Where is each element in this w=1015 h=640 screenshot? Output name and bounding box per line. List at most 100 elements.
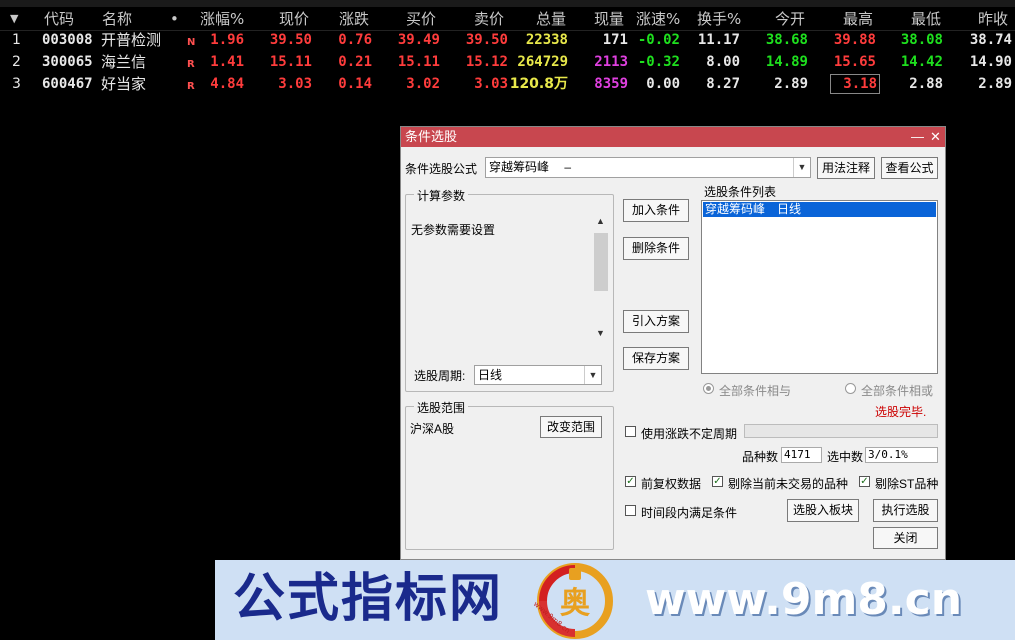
ask: 3.03 — [474, 76, 508, 92]
change-scope-button[interactable]: 改变范围 — [540, 416, 602, 438]
usage-notes-button[interactable]: 用法注释 — [817, 157, 875, 179]
period-select[interactable]: 日线 ▼ — [474, 365, 602, 385]
volume: 264729 — [517, 54, 568, 70]
turnover: 8.27 — [706, 76, 740, 92]
execute-select-button[interactable]: 执行选股 — [873, 499, 938, 522]
condition-list[interactable]: 穿越筹码峰 日线 — [701, 200, 938, 374]
flag-badge: R — [187, 59, 195, 70]
stock-code: 600467 — [42, 76, 93, 92]
stock-name: 海兰信 — [101, 53, 147, 71]
total-count-value: 4171 — [781, 447, 822, 463]
header-ask[interactable]: 卖价 — [474, 8, 504, 30]
header-name[interactable]: 名称 — [102, 8, 132, 30]
speed: -0.32 — [637, 54, 680, 70]
current-volume: 2113 — [594, 54, 628, 70]
save-plan-button[interactable]: 保存方案 — [623, 347, 689, 370]
header-price[interactable]: 现价 — [279, 8, 309, 30]
header-speed[interactable]: 涨速% — [636, 8, 680, 30]
header-volume[interactable]: 总量 — [536, 8, 566, 30]
prev-close: 2.89 — [978, 76, 1012, 92]
header-cur-vol[interactable]: 现量 — [594, 8, 624, 30]
row-index: 2 — [12, 54, 21, 70]
scrollbar-thumb[interactable] — [594, 233, 608, 291]
header-dot: • — [170, 10, 179, 28]
all-or-label: 全部条件相或 — [861, 384, 934, 398]
params-group-title: 计算参数 — [414, 187, 469, 204]
change-pct: 1.41 — [210, 54, 244, 70]
exclude-untraded-checkbox[interactable]: ✓ — [712, 476, 723, 487]
low: 14.42 — [900, 54, 943, 70]
view-formula-button[interactable]: 查看公式 — [881, 157, 938, 179]
speed: 0.00 — [646, 76, 680, 92]
adj-data-label: 前复权数据 — [641, 477, 702, 491]
condition-list-item[interactable]: 穿越筹码峰 日线 — [703, 202, 936, 217]
variable-period-label: 使用涨跌不定周期 — [641, 427, 738, 441]
open: 38.68 — [765, 32, 808, 48]
ask: 39.50 — [465, 32, 508, 48]
header-open[interactable]: 今开 — [775, 8, 805, 30]
formula-select[interactable]: 穿越筹码峰 – ▼ — [485, 157, 811, 178]
chevron-up-icon[interactable]: ▲ — [596, 216, 605, 226]
exclude-st-checkbox[interactable]: ✓ — [859, 476, 870, 487]
total-count-label: 品种数 — [742, 450, 779, 464]
scope-group: 选股范围 沪深A股 改变范围 — [405, 399, 614, 550]
ask: 15.12 — [465, 54, 508, 70]
add-condition-button[interactable]: 加入条件 — [623, 199, 689, 222]
high[interactable]: 3.18 — [830, 74, 880, 94]
header-prev-close[interactable]: 昨收 — [978, 8, 1008, 30]
high: 15.65 — [833, 54, 876, 70]
dialog-title: 条件选股 — [405, 129, 458, 144]
import-plan-button[interactable]: 引入方案 — [623, 310, 689, 333]
prev-close: 14.90 — [969, 54, 1012, 70]
close-button[interactable]: 关闭 — [873, 527, 938, 549]
watermark-banner: 公式指标网 奥 www.9m8.cn www.9m8.cn — [215, 560, 1015, 640]
delete-condition-button[interactable]: 删除条件 — [623, 237, 689, 260]
exclude-untraded-label: 剔除当前未交易的品种 — [728, 477, 849, 491]
close-icon[interactable]: ✕ — [930, 127, 941, 147]
low: 38.08 — [900, 32, 943, 48]
open: 2.89 — [774, 76, 808, 92]
row-index: 1 — [12, 32, 21, 48]
header-code[interactable]: 代码 — [44, 8, 74, 30]
banner-title: 公式指标网 — [233, 569, 504, 629]
adj-data-checkbox[interactable]: ✓ — [625, 476, 636, 487]
header-bid[interactable]: 买价 — [406, 8, 436, 30]
chevron-down-icon[interactable]: ▼ — [793, 158, 810, 177]
header-change-pct[interactable]: 涨幅% — [200, 8, 244, 30]
bid: 3.02 — [406, 76, 440, 92]
bid: 15.11 — [397, 54, 440, 70]
exclude-st-label: 剔除ST品种 — [875, 477, 939, 491]
to-block-button[interactable]: 选股入板块 — [787, 499, 859, 522]
header-high[interactable]: 最高 — [843, 8, 873, 30]
current-volume: 8359 — [594, 76, 628, 92]
low: 2.88 — [909, 76, 943, 92]
bid: 39.49 — [397, 32, 440, 48]
new-flag-badge: N — [187, 37, 196, 48]
logo-char: 奥 — [560, 586, 590, 621]
change-pct: 4.84 — [210, 76, 244, 92]
header-change[interactable]: 涨跌 — [339, 8, 369, 30]
speed: -0.02 — [637, 32, 680, 48]
period-label: 选股周期: — [414, 369, 466, 383]
time-period-label: 时间段内满足条件 — [641, 506, 738, 520]
minimize-icon[interactable]: — — [911, 127, 924, 147]
change: 0.76 — [338, 32, 372, 48]
condition-select-dialog: 条件选股 — ✕ 条件选股公式 穿越筹码峰 – ▼ 用法注释 查看公式 计算参数… — [400, 126, 946, 560]
variable-period-checkbox[interactable] — [625, 426, 636, 437]
price: 3.03 — [278, 76, 312, 92]
header-low[interactable]: 最低 — [911, 8, 941, 30]
chevron-down-icon[interactable]: ▼ — [596, 328, 605, 338]
formula-label: 条件选股公式 — [405, 162, 478, 176]
chevron-down-icon[interactable]: ▼ — [584, 366, 601, 384]
params-scrollbar[interactable]: ▲ ▼ — [594, 215, 608, 339]
price: 39.50 — [269, 32, 312, 48]
dialog-titlebar[interactable]: 条件选股 — ✕ — [401, 127, 945, 147]
all-and-radio[interactable] — [703, 383, 714, 394]
turnover: 8.00 — [706, 54, 740, 70]
time-period-checkbox[interactable] — [625, 505, 636, 516]
sort-arrow-icon[interactable]: ▼ — [10, 8, 18, 30]
high: 39.88 — [833, 32, 876, 48]
all-or-radio[interactable] — [845, 383, 856, 394]
scope-group-title: 选股范围 — [414, 399, 469, 416]
header-turnover[interactable]: 换手% — [697, 8, 741, 30]
